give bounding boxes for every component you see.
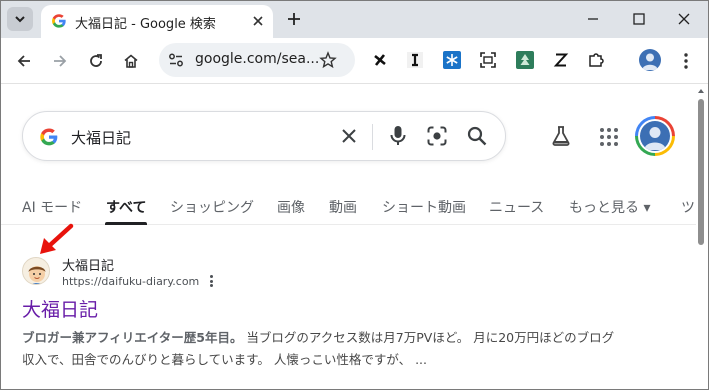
result-url: https://daifuku-diary.com [62, 275, 200, 288]
active-tab-indicator [105, 222, 147, 225]
profile-avatar[interactable] [639, 49, 661, 71]
tab-search-button[interactable] [7, 7, 33, 31]
browser-toolbar: google.com/sea... [1, 38, 708, 84]
labs-flask-icon[interactable] [550, 125, 572, 147]
snippet-text-2: 収入で、田舎でのんびりと暮らしています。 人懐っこい性格ですが、 ... [22, 352, 427, 367]
url-text: google.com/sea... [195, 51, 320, 67]
extension-tree-icon[interactable] [515, 50, 535, 70]
browser-menu-button[interactable] [676, 51, 696, 71]
scroll-up-icon[interactable] [696, 86, 706, 96]
tab-all[interactable]: すべて [106, 197, 146, 217]
apps-grid-icon[interactable] [598, 126, 620, 148]
search-icon[interactable] [466, 125, 488, 147]
google-favicon-icon [52, 14, 66, 28]
minimize-icon[interactable] [584, 10, 602, 28]
snippet-bold-text: ブロガー兼アフィリエイター歴5年目。 [22, 330, 243, 345]
search-results-page: 大福日記 AI モード すべて ショッピング 画像 動画 ショート動画 ニュース… [1, 85, 708, 389]
window-close-icon[interactable] [675, 10, 693, 28]
tab-more[interactable]: もっと見る ▾ [569, 197, 650, 217]
browser-tab[interactable]: 大福日記 - Google 検索 [41, 5, 273, 38]
back-button[interactable] [14, 51, 34, 71]
tab-videos[interactable]: 動画 [329, 197, 357, 217]
result-title-link[interactable]: 大福日記 [22, 295, 98, 322]
tab-strip: 大福日記 - Google 検索 [1, 1, 708, 38]
clear-search-icon[interactable] [339, 126, 359, 146]
account-avatar[interactable] [635, 116, 675, 156]
bookmark-star-icon[interactable] [319, 51, 337, 69]
arrow-left-icon [17, 55, 30, 67]
extension-i-icon[interactable] [405, 50, 425, 70]
home-button[interactable] [121, 51, 141, 71]
extension-screenshot-icon[interactable] [478, 50, 498, 70]
search-query: 大福日記 [71, 129, 132, 147]
person-icon [644, 127, 666, 150]
extension-z-icon[interactable] [551, 50, 571, 70]
tab-ai-mode[interactable]: AI モード [22, 197, 82, 217]
extension-snowflake-icon[interactable] [442, 50, 462, 70]
reload-icon [90, 54, 102, 67]
extensions-puzzle-icon[interactable] [586, 50, 606, 70]
chevron-down-icon [15, 16, 25, 23]
maximize-icon[interactable] [630, 10, 648, 28]
home-icon [124, 54, 138, 68]
address-bar[interactable]: google.com/sea... [159, 43, 355, 77]
camera-lens-icon[interactable] [426, 125, 448, 147]
person-icon [642, 53, 658, 70]
red-arrow-annotation-icon [40, 223, 74, 254]
tab-short-videos[interactable]: ショート動画 [382, 197, 466, 217]
search-box[interactable]: 大福日記 [22, 111, 506, 161]
forward-button[interactable] [50, 51, 70, 71]
tab-images[interactable]: 画像 [277, 197, 305, 217]
google-g-icon [40, 128, 58, 146]
arrow-right-icon [54, 55, 67, 67]
search-divider [372, 124, 373, 150]
more-vert-icon [684, 53, 688, 69]
scrollbar-thumb[interactable] [698, 99, 704, 245]
new-tab-button[interactable] [284, 9, 304, 29]
tab-news[interactable]: ニュース [489, 197, 544, 217]
result-snippet: ブロガー兼アフィリエイター歴5年目。 当ブログのアクセス数は月7万PVほど。 月… [22, 327, 672, 371]
tab-title: 大福日記 - Google 検索 [75, 17, 216, 32]
plus-icon [288, 13, 300, 25]
page-scrollbar[interactable] [696, 85, 706, 389]
search-tabs: AI モード すべて ショッピング 画像 動画 ショート動画 ニュース もっと見… [1, 189, 696, 225]
tab-shopping[interactable]: ショッピング [170, 197, 254, 217]
extension-x-icon[interactable] [370, 50, 390, 70]
result-more-options-icon[interactable] [204, 273, 218, 289]
tab-tools[interactable]: ツ [681, 197, 695, 217]
close-icon[interactable] [251, 14, 265, 28]
reload-button[interactable] [86, 51, 106, 71]
snippet-text-1: 当ブログのアクセス数は月7万PVほど。 月に20万円ほどのブログ [242, 330, 615, 345]
microphone-icon[interactable] [387, 124, 409, 148]
site-info-icon[interactable] [167, 51, 185, 69]
